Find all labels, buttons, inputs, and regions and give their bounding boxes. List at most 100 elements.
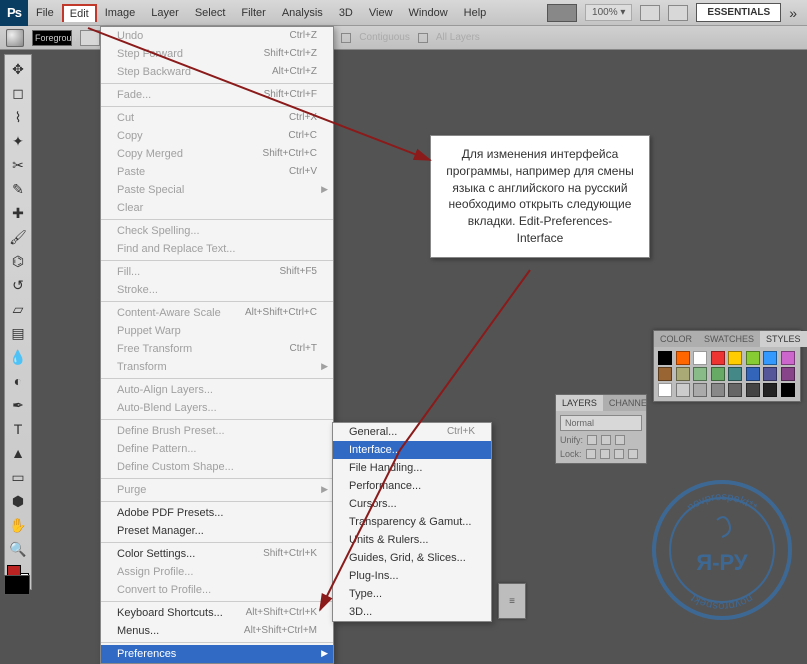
style-swatch[interactable] — [711, 367, 725, 381]
panel-tab-styles[interactable]: STYLES — [760, 331, 807, 347]
lock-image-icon[interactable] — [600, 449, 610, 459]
prefs-menu-item[interactable]: Units & Rulers... — [333, 531, 491, 549]
expand-panels-icon[interactable]: » — [789, 5, 797, 21]
style-swatch[interactable] — [711, 351, 725, 365]
style-swatch[interactable] — [676, 367, 690, 381]
current-tool-preset[interactable] — [6, 29, 24, 47]
style-swatch[interactable] — [728, 351, 742, 365]
prefs-menu-item[interactable]: Plug-Ins... — [333, 567, 491, 585]
panel-tab-color[interactable]: COLOR — [654, 331, 698, 347]
prefs-menu-item[interactable]: Transparency & Gamut... — [333, 513, 491, 531]
menu-view[interactable]: View — [361, 3, 401, 23]
style-swatch[interactable] — [781, 351, 795, 365]
move-tool-icon[interactable]: ✥ — [7, 58, 29, 80]
menu-image[interactable]: Image — [97, 3, 144, 23]
menu-3d[interactable]: 3D — [331, 3, 361, 23]
lock-all-icon[interactable] — [628, 449, 638, 459]
healing-brush-tool-icon[interactable]: ✚ — [7, 202, 29, 224]
prefs-menu-item[interactable]: General...Ctrl+K — [333, 423, 491, 441]
prefs-menu-item[interactable]: Guides, Grid, & Slices... — [333, 549, 491, 567]
clone-stamp-tool-icon[interactable]: ⌬ — [7, 250, 29, 272]
lock-transparency-icon[interactable] — [586, 449, 596, 459]
style-swatch[interactable] — [781, 367, 795, 381]
svg-text:novprospekt**: novprospekt** — [685, 491, 760, 514]
view-extras-button-2[interactable] — [668, 5, 688, 21]
foreground-swatch[interactable]: Foregroun — [32, 30, 72, 46]
dodge-tool-icon[interactable]: ◐ — [7, 370, 29, 392]
menu-help[interactable]: Help — [456, 3, 495, 23]
eyedropper-tool-icon[interactable]: ✎ — [7, 178, 29, 200]
type-tool-icon[interactable]: T — [7, 418, 29, 440]
eraser-tool-icon[interactable]: ▱ — [7, 298, 29, 320]
edit-menu-item[interactable]: Color Settings...Shift+Ctrl+K — [101, 545, 333, 563]
alllayers-checkbox[interactable] — [418, 33, 428, 43]
contiguous-checkbox[interactable] — [341, 33, 351, 43]
magic-wand-tool-icon[interactable]: ✦ — [7, 130, 29, 152]
menu-analysis[interactable]: Analysis — [274, 3, 331, 23]
lock-position-icon[interactable] — [614, 449, 624, 459]
menu-select[interactable]: Select — [187, 3, 234, 23]
sample-mode-button[interactable] — [80, 30, 100, 46]
marquee-tool-icon[interactable]: ◻ — [7, 82, 29, 104]
unify-visibility-icon[interactable] — [601, 435, 611, 445]
unify-style-icon[interactable] — [615, 435, 625, 445]
prefs-menu-item[interactable]: Type... — [333, 585, 491, 603]
style-swatch[interactable] — [711, 383, 725, 397]
style-swatch[interactable] — [676, 351, 690, 365]
menu-window[interactable]: Window — [401, 3, 456, 23]
lasso-tool-icon[interactable]: ⌇ — [7, 106, 29, 128]
history-brush-tool-icon[interactable]: ↺ — [7, 274, 29, 296]
panel-tab-layers[interactable]: LAYERS — [556, 395, 603, 411]
edit-menu-item[interactable]: Adobe PDF Presets... — [101, 504, 333, 522]
style-swatch[interactable] — [693, 351, 707, 365]
unify-position-icon[interactable] — [587, 435, 597, 445]
workspace-switcher[interactable]: ESSENTIALS — [696, 3, 781, 22]
style-swatch[interactable] — [763, 383, 777, 397]
style-swatch[interactable] — [763, 351, 777, 365]
prefs-menu-item[interactable]: 3D... — [333, 603, 491, 621]
3d-tool-icon[interactable]: ⬢ — [7, 490, 29, 512]
screen-mode-button[interactable] — [547, 4, 577, 22]
menu-edit[interactable]: Edit — [62, 4, 97, 22]
style-swatch[interactable] — [693, 383, 707, 397]
preferences-submenu: General...Ctrl+KInterface...File Handlin… — [332, 422, 492, 622]
edit-menu-item[interactable]: Preset Manager... — [101, 522, 333, 540]
blur-tool-icon[interactable]: 💧 — [7, 346, 29, 368]
gradient-tool-icon[interactable]: ▤ — [7, 322, 29, 344]
shape-tool-icon[interactable]: ▭ — [7, 466, 29, 488]
panel-tab-swatches[interactable]: SWATCHES — [698, 331, 760, 347]
style-swatch[interactable] — [746, 351, 760, 365]
hand-tool-icon[interactable]: ✋ — [7, 514, 29, 536]
style-swatch[interactable] — [658, 383, 672, 397]
menu-layer[interactable]: Layer — [143, 3, 187, 23]
style-swatch[interactable] — [763, 367, 777, 381]
style-swatch[interactable] — [746, 383, 760, 397]
zoom-dropdown[interactable]: 100% ▾ — [585, 4, 632, 21]
app-logo: Ps — [0, 0, 28, 26]
quick-mask-button[interactable] — [4, 575, 30, 595]
edit-menu-item[interactable]: Preferences▶ — [101, 645, 333, 663]
style-swatch[interactable] — [658, 351, 672, 365]
prefs-menu-item[interactable]: Interface... — [333, 441, 491, 459]
style-swatch[interactable] — [746, 367, 760, 381]
brush-tool-icon[interactable]: 🖌 — [7, 226, 29, 248]
style-swatch[interactable] — [658, 367, 672, 381]
view-extras-button[interactable] — [640, 5, 660, 21]
menu-filter[interactable]: Filter — [233, 3, 273, 23]
edit-menu-item[interactable]: Keyboard Shortcuts...Alt+Shift+Ctrl+K — [101, 604, 333, 622]
collapsed-panel[interactable]: ≡ — [498, 583, 526, 619]
path-selection-tool-icon[interactable]: ▲ — [7, 442, 29, 464]
prefs-menu-item[interactable]: File Handling... — [333, 459, 491, 477]
menu-file[interactable]: File — [28, 3, 62, 23]
prefs-menu-item[interactable]: Cursors... — [333, 495, 491, 513]
blend-mode-select[interactable]: Normal — [560, 415, 642, 431]
prefs-menu-item[interactable]: Performance... — [333, 477, 491, 495]
style-swatch[interactable] — [676, 383, 690, 397]
zoom-tool-icon[interactable]: 🔍 — [7, 538, 29, 560]
style-swatch[interactable] — [728, 383, 742, 397]
crop-tool-icon[interactable]: ✂ — [7, 154, 29, 176]
style-swatch[interactable] — [728, 367, 742, 381]
pen-tool-icon[interactable]: ✒ — [7, 394, 29, 416]
style-swatch[interactable] — [781, 383, 795, 397]
style-swatch[interactable] — [693, 367, 707, 381]
